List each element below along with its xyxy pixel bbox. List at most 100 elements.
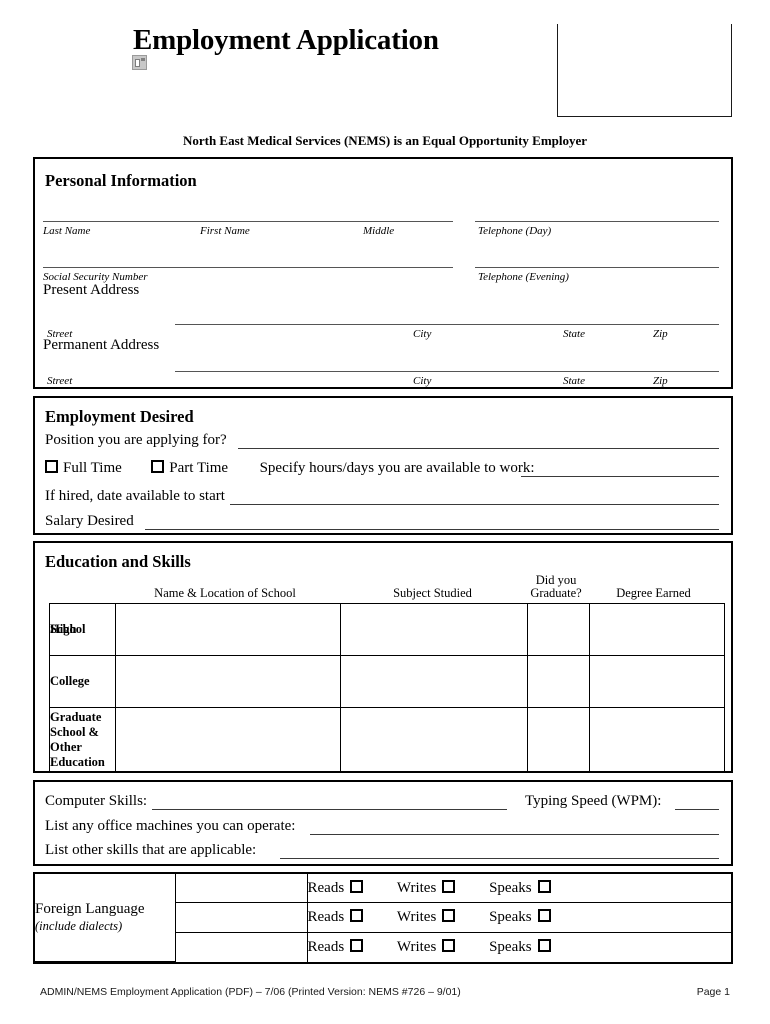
label-present-address: Present Address [43, 282, 140, 298]
table-row: Graduate School & Other Education [49, 707, 725, 772]
writes-group-3[interactable]: Writes [396, 938, 456, 956]
cell-degree-graduate[interactable] [589, 707, 725, 772]
reads-checkbox-3[interactable] [350, 938, 364, 952]
full-time-label: Full Time [63, 460, 122, 476]
cell-school-name-high[interactable] [115, 603, 341, 656]
cell-degree-college[interactable] [589, 655, 725, 708]
row-label-line-3: Other [50, 739, 82, 754]
writes-checkbox-1[interactable] [442, 879, 456, 893]
cell-subject-college[interactable] [340, 655, 528, 708]
computer-skills-input-rule[interactable] [152, 809, 507, 810]
reads-checkbox-2[interactable] [350, 909, 364, 923]
cell-subject-graduate[interactable] [340, 707, 528, 772]
position-input-rule[interactable] [238, 448, 719, 449]
table-row: College [49, 655, 725, 708]
speaks-group-2[interactable]: Speaks [489, 909, 551, 926]
row-label-college: College [49, 655, 116, 708]
cell-language-name-1[interactable] [174, 874, 308, 904]
label-state-permanent: State [563, 375, 585, 387]
reads-label-3: Reads [307, 938, 345, 955]
writes-group-1[interactable]: Writes [396, 879, 456, 897]
overlapping-text-high-school: High School [50, 622, 110, 637]
date-available-input-rule[interactable] [230, 504, 719, 505]
writes-label-3: Writes [396, 938, 437, 955]
section-employment-desired: Employment Desired Position you are appl… [33, 396, 733, 535]
cell-school-name-graduate[interactable] [115, 707, 341, 772]
writes-group-2[interactable]: Writes [397, 909, 456, 926]
row-label-high-school: High School [49, 603, 116, 656]
label-telephone-evening: Telephone (Evening) [478, 271, 569, 283]
reads-group-3[interactable]: Reads [307, 938, 364, 956]
section-education-and-skills: Education and Skills Name & Location of … [33, 541, 733, 773]
row-label-graduate-school: Graduate School & Other Education [49, 707, 116, 772]
label-telephone-day: Telephone (Day) [478, 225, 552, 237]
education-table: High School College Graduate School & Ot… [49, 603, 725, 772]
office-machines-input-rule[interactable] [310, 834, 719, 835]
row-label-line-4: Education [50, 754, 105, 769]
speaks-checkbox-1[interactable] [537, 879, 551, 893]
reads-checkbox-1[interactable] [350, 879, 364, 893]
broken-image-icon [132, 55, 147, 70]
writes-label-1: Writes [396, 879, 437, 896]
permanent-address-rule[interactable] [175, 371, 719, 372]
part-time-checkbox[interactable] [151, 460, 165, 473]
speaks-group-1[interactable]: Speaks [489, 879, 551, 897]
cell-skills-2: Reads Writes Speaks [306, 902, 731, 934]
cell-skills-1: Reads Writes Speaks [306, 874, 731, 904]
telephone-day-rule[interactable] [475, 221, 719, 222]
cell-graduate-graduate[interactable] [527, 707, 590, 772]
cell-graduate-college[interactable] [527, 655, 590, 708]
speaks-checkbox-3[interactable] [537, 938, 551, 952]
other-skills-input-rule[interactable] [280, 858, 719, 859]
reads-group-2[interactable]: Reads [308, 909, 364, 926]
label-computer-skills: Computer Skills: [45, 793, 148, 809]
reads-label-2: Reads [307, 909, 345, 926]
cell-language-name-2[interactable] [174, 902, 308, 934]
label-date-available: If hired, date available to start [45, 488, 225, 504]
availability-row: Full Time Part Time Specify hours/days y… [45, 460, 535, 477]
present-address-rule[interactable] [175, 324, 719, 325]
row-label-line-2: School & [50, 724, 99, 739]
label-middle: Middle [363, 225, 395, 237]
cell-degree-high[interactable] [589, 603, 725, 656]
photo-box [557, 24, 732, 117]
section-skills: Computer Skills: Typing Speed (WPM): Lis… [33, 780, 733, 866]
section-personal-information: Personal Information Last Name First Nam… [33, 157, 733, 389]
foreign-language-name: Foreign Language [35, 900, 145, 917]
label-permanent-address: Permanent Address [43, 337, 160, 353]
ssn-rule[interactable] [43, 267, 453, 268]
table-row: High School [49, 603, 725, 656]
speaks-group-3[interactable]: Speaks [489, 938, 551, 956]
cell-language-name-3[interactable] [174, 932, 308, 962]
label-last-name: Last Name [43, 225, 91, 237]
typing-speed-input-rule[interactable] [675, 809, 719, 810]
table-row: Foreign Language (include dialects) Read… [35, 874, 731, 962]
salary-input-rule[interactable] [145, 529, 719, 530]
foreign-language-table: Foreign Language (include dialects) Read… [35, 874, 731, 962]
reads-group-1[interactable]: Reads [308, 879, 364, 897]
label-typing-speed: Typing Speed (WPM): [525, 793, 662, 809]
writes-checkbox-3[interactable] [442, 938, 456, 952]
employment-desired-title: Employment Desired [45, 407, 194, 426]
page-title: Employment Application [133, 24, 439, 56]
specify-hours-input-rule[interactable] [521, 476, 719, 477]
eeo-statement: North East Medical Services (NEMS) is an… [182, 133, 588, 148]
label-position-applying-for: Position you are applying for? [45, 432, 227, 448]
column-header-graduate: Did you Graduate? [525, 574, 587, 600]
footer-page-number: Page 1 [696, 986, 730, 998]
name-rule[interactable] [43, 221, 453, 222]
foreign-language-note: (include dialects) [35, 918, 123, 933]
full-time-checkbox-group[interactable]: Full Time [45, 460, 122, 476]
cell-graduate-high[interactable] [527, 603, 590, 656]
writes-checkbox-2[interactable] [442, 909, 456, 923]
foreign-language-label-cell: Foreign Language (include dialects) [35, 874, 176, 962]
full-time-checkbox[interactable] [45, 460, 58, 473]
label-first-name: First Name [200, 225, 250, 237]
part-time-checkbox-group[interactable]: Part Time [151, 460, 228, 476]
speaks-checkbox-2[interactable] [537, 909, 551, 923]
page-header: Employment Application [0, 0, 770, 125]
telephone-evening-rule[interactable] [475, 267, 719, 268]
cell-subject-high[interactable] [340, 603, 528, 656]
overlap-text-school: School [50, 622, 86, 636]
cell-school-name-college[interactable] [115, 655, 341, 708]
